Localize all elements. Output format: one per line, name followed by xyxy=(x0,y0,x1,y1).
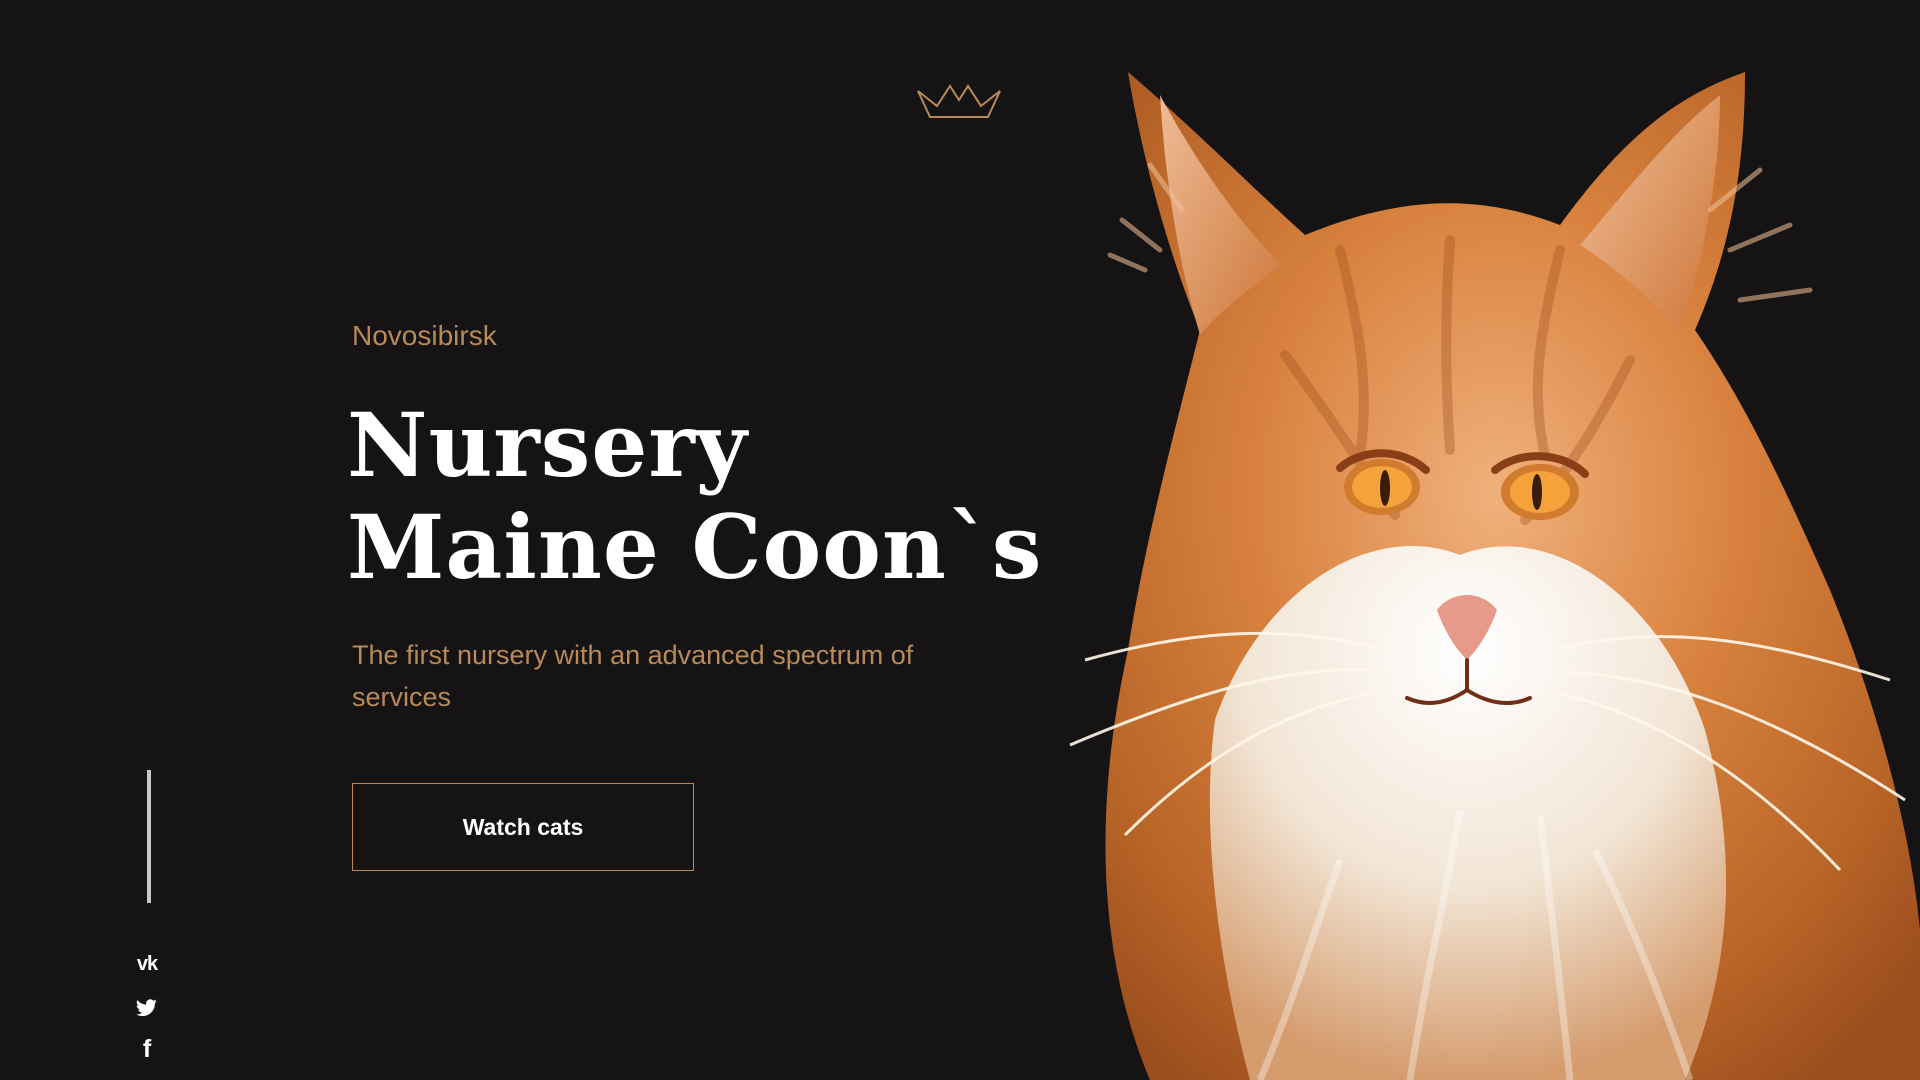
hero-subtitle: The first nursery with an advanced spect… xyxy=(352,640,914,712)
twitter-icon[interactable] xyxy=(130,992,164,1022)
city-label: Novosibirsk xyxy=(352,320,497,351)
crown-icon xyxy=(917,84,1001,118)
facebook-icon[interactable]: f xyxy=(130,1034,164,1064)
page-title: Nursery Maine Coon`s xyxy=(347,394,1072,598)
watch-cats-button[interactable]: Watch cats xyxy=(352,783,694,871)
facebook-icon-glyph: f xyxy=(142,1034,152,1063)
maine-coon-cat-image xyxy=(1069,72,1920,1080)
hero-content: Novosibirsk Nursery Maine Coon`s The fir… xyxy=(347,312,1072,718)
landing-page: Novosibirsk Nursery Maine Coon`s The fir… xyxy=(0,0,1920,1080)
twitter-icon-glyph xyxy=(136,999,157,1016)
social-divider xyxy=(147,770,151,903)
vk-icon[interactable]: vk xyxy=(130,949,164,979)
title-line-2: Maine Coon`s xyxy=(347,495,1043,599)
title-line-1: Nursery xyxy=(347,393,748,497)
vk-icon-glyph: vk xyxy=(136,953,158,975)
